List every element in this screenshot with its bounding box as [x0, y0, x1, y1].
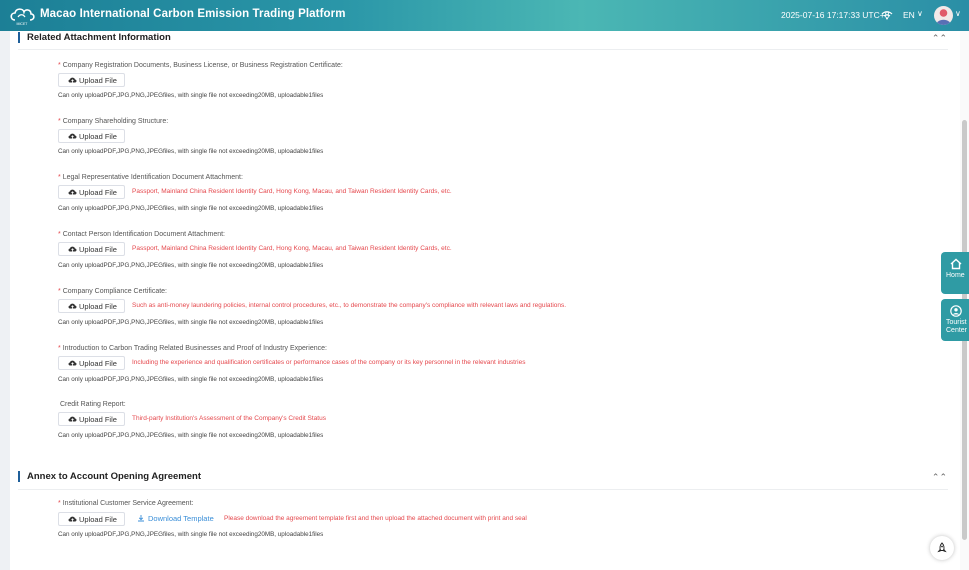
collapse-icon[interactable]: ⌃⌃ — [932, 472, 947, 483]
field-label: Credit Rating Report: — [60, 401, 126, 408]
user-avatar-icon — [936, 9, 951, 25]
upload-button[interactable]: Upload File — [58, 356, 125, 370]
file-requirement-note: Can only uploadPDF,JPG,PNG,JPEGfiles, wi… — [58, 205, 324, 212]
field-label: * Institutional Customer Service Agreemen… — [58, 500, 194, 507]
field-label: * Contact Person Identification Document … — [58, 231, 225, 238]
field-label: * Company Registration Documents, Busines… — [58, 62, 343, 69]
user-icon — [950, 305, 962, 317]
upload-button[interactable]: Upload File — [58, 129, 125, 143]
platform-title: Macao International Carbon Emission Trad… — [40, 8, 346, 20]
file-requirement-note: Can only uploadPDF,JPG,PNG,JPEGfiles, wi… — [58, 319, 324, 326]
file-requirement-note: Can only uploadPDF,JPG,PNG,JPEGfiles, wi… — [58, 262, 324, 269]
svg-text:MICET: MICET — [17, 22, 29, 26]
language-selector[interactable]: EN — [903, 10, 915, 20]
cloud-upload-icon — [68, 133, 77, 139]
upload-button[interactable]: Upload File — [58, 185, 125, 199]
home-icon — [950, 258, 962, 270]
back-to-top-button[interactable] — [930, 536, 954, 560]
divider — [18, 49, 948, 50]
cloud-upload-icon — [68, 77, 77, 83]
download-icon — [138, 515, 144, 522]
home-float-button[interactable]: Home — [941, 252, 969, 294]
divider — [18, 489, 948, 490]
chevron-down-icon[interactable]: ∨ — [955, 9, 961, 18]
field-label: * Legal Representative Identification Doc… — [58, 174, 243, 181]
upload-button[interactable]: Upload File — [58, 242, 125, 256]
cloud-upload-icon — [68, 416, 77, 422]
field-hint: Please download the agreement template f… — [224, 515, 527, 522]
chevron-down-icon[interactable]: ∨ — [917, 9, 923, 18]
tourist-center-float-button[interactable]: Tourist Center — [941, 299, 969, 341]
field-hint: Passport, Mainland China Resident Identi… — [132, 188, 452, 195]
file-requirement-note: Can only uploadPDF,JPG,PNG,JPEGfiles, wi… — [58, 376, 324, 383]
upload-button[interactable]: Upload File — [58, 299, 125, 313]
section-title: Related Attachment Information — [18, 32, 171, 43]
upload-button[interactable]: Upload File — [58, 512, 125, 526]
cloud-upload-icon — [68, 246, 77, 252]
collapse-icon[interactable]: ⌃⌃ — [932, 33, 947, 44]
file-requirement-note: Can only uploadPDF,JPG,PNG,JPEGfiles, wi… — [58, 92, 324, 99]
field-label: * Introduction to Carbon Trading Related … — [58, 345, 327, 352]
field-hint: Third-party Institution's Assessment of … — [132, 415, 326, 422]
datetime-display: 2025-07-16 17:17:33 UTC+8 — [781, 10, 890, 20]
field-hint: Including the experience and qualificati… — [132, 359, 526, 366]
rocket-icon — [937, 542, 947, 553]
upload-button[interactable]: Upload File — [58, 73, 125, 87]
cloud-upload-icon — [68, 516, 77, 522]
file-requirement-note: Can only uploadPDF,JPG,PNG,JPEGfiles, wi… — [58, 148, 324, 155]
field-label: * Company Compliance Certificate: — [58, 288, 167, 295]
wifi-icon — [881, 11, 893, 20]
field-hint: Such as anti-money laundering policies, … — [132, 302, 567, 309]
cloud-upload-icon — [68, 303, 77, 309]
cloud-logo-icon[interactable]: MICET — [9, 6, 35, 26]
cloud-upload-icon — [68, 189, 77, 195]
field-hint: Passport, Mainland China Resident Identi… — [132, 245, 452, 252]
download-template-link[interactable]: Download Template — [137, 514, 214, 523]
upload-button[interactable]: Upload File — [58, 412, 125, 426]
avatar[interactable] — [934, 6, 953, 25]
form-panel: Related Attachment Information ⌃⌃ * Compa… — [10, 31, 960, 570]
file-requirement-note: Can only uploadPDF,JPG,PNG,JPEGfiles, wi… — [58, 432, 324, 439]
field-label: * Company Shareholding Structure: — [58, 118, 169, 125]
cloud-upload-icon — [68, 360, 77, 366]
section-title: Annex to Account Opening Agreement — [18, 471, 201, 482]
file-requirement-note: Can only uploadPDF,JPG,PNG,JPEGfiles, wi… — [58, 531, 324, 538]
top-header: MICET Macao International Carbon Emissio… — [0, 0, 969, 31]
